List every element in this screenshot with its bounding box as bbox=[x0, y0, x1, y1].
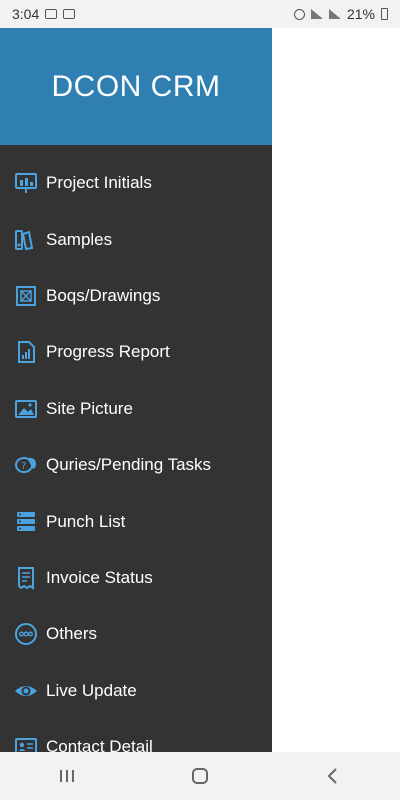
chart-icon bbox=[14, 171, 38, 195]
battery-icon bbox=[381, 8, 388, 20]
alarm-icon bbox=[293, 8, 305, 20]
back-button[interactable] bbox=[313, 756, 353, 796]
back-icon bbox=[327, 768, 338, 784]
image-icon bbox=[63, 9, 76, 19]
menu-label: Others bbox=[46, 624, 98, 644]
menu-label: Progress Report bbox=[46, 342, 170, 362]
menu-label: Quries/Pending Tasks bbox=[46, 455, 212, 475]
clock: 3:04 bbox=[12, 6, 40, 22]
drawer-menu: Project Initials Samples Boqs/Drawings P… bbox=[0, 155, 272, 752]
wifi-signal-icon bbox=[310, 9, 323, 19]
drawer-header: DCON CRM bbox=[0, 28, 272, 145]
app-title: DCON CRM bbox=[51, 69, 221, 103]
menu-item-punch-list[interactable]: Punch List bbox=[0, 493, 272, 549]
main-content[interactable] bbox=[272, 28, 400, 752]
system-nav-bar bbox=[0, 752, 400, 800]
navigation-drawer: DCON CRM Project Initials Samples Boqs/D… bbox=[0, 28, 272, 752]
menu-label: Project Initials bbox=[46, 173, 152, 193]
recents-icon bbox=[59, 770, 74, 782]
menu-item-boqs-drawings[interactable]: Boqs/Drawings bbox=[0, 268, 272, 324]
status-bar: 3:04 21% bbox=[0, 0, 400, 28]
cell-signal-icon bbox=[328, 9, 341, 19]
recents-button[interactable] bbox=[47, 756, 87, 796]
menu-item-contact-detail[interactable]: Contact Detail bbox=[0, 719, 272, 752]
mail-icon bbox=[45, 9, 58, 19]
menu-item-samples[interactable]: Samples bbox=[0, 211, 272, 267]
contact-card-icon bbox=[14, 735, 38, 752]
menu-item-site-picture[interactable]: Site Picture bbox=[0, 381, 272, 437]
menu-item-project-initials[interactable]: Project Initials bbox=[0, 155, 272, 211]
menu-label: Contact Detail bbox=[46, 737, 153, 752]
menu-item-invoice-status[interactable]: Invoice Status bbox=[0, 550, 272, 606]
battery-percent: 21% bbox=[346, 6, 375, 22]
menu-item-queries-pending-tasks[interactable]: ? Quries/Pending Tasks bbox=[0, 437, 272, 493]
report-icon bbox=[14, 340, 38, 364]
swatches-icon bbox=[14, 228, 38, 252]
menu-label: Samples bbox=[46, 229, 113, 249]
menu-item-progress-report[interactable]: Progress Report bbox=[0, 324, 272, 380]
menu-item-others[interactable]: Others bbox=[0, 606, 272, 662]
menu-label: Boqs/Drawings bbox=[46, 285, 161, 305]
picture-icon bbox=[14, 397, 38, 421]
menu-label: Site Picture bbox=[46, 398, 133, 418]
menu-item-live-update[interactable]: Live Update bbox=[0, 663, 272, 719]
list-icon bbox=[14, 510, 38, 534]
invoice-icon bbox=[14, 566, 38, 590]
svg-text:?: ? bbox=[21, 461, 26, 472]
menu-label: Live Update bbox=[46, 680, 137, 700]
more-icon bbox=[14, 622, 38, 646]
eye-icon bbox=[14, 679, 38, 703]
chat-question-icon: ? bbox=[14, 453, 38, 477]
home-icon bbox=[191, 768, 208, 784]
home-button[interactable] bbox=[180, 756, 220, 796]
menu-label: Invoice Status bbox=[46, 567, 153, 587]
menu-label: Punch List bbox=[46, 511, 126, 531]
blueprint-icon bbox=[14, 284, 38, 308]
